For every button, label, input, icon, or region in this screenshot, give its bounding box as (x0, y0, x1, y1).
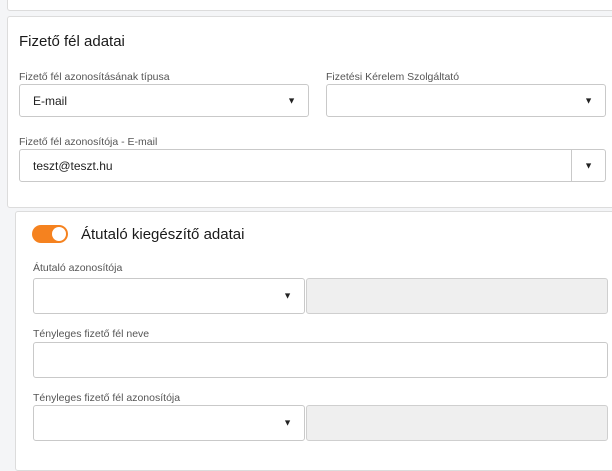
chevron-down-icon: ▼ (283, 290, 292, 301)
transferor-id-label: Átutaló azonosítója (33, 262, 123, 274)
payer-id-type-select[interactable]: E-mail ▼ (19, 84, 309, 117)
transferor-id-input (306, 278, 608, 314)
previous-card (7, 0, 612, 11)
transferor-section-title: Átutaló kiegészítő adatai (81, 226, 245, 243)
transferor-id-type-select[interactable]: ▼ (33, 278, 305, 314)
chevron-down-icon: ▼ (287, 95, 296, 105)
transferor-details-card: Átutaló kiegészítő adatai Átutaló azonos… (15, 211, 612, 471)
actual-payer-name-input[interactable] (33, 342, 608, 378)
actual-payer-name-label: Tényleges fizető fél neve (33, 328, 150, 340)
payer-id-type-value: E-mail (33, 93, 68, 108)
chevron-down-icon[interactable]: ▼ (584, 161, 593, 170)
chevron-down-icon: ▼ (283, 417, 292, 428)
payer-email-value: teszt@teszt.hu (33, 158, 113, 173)
payer-id-type-label: Fizető fél azonosításának típusa (19, 71, 170, 83)
provider-select[interactable]: ▼ (326, 84, 606, 117)
payer-section-title: Fizető fél adatai (19, 33, 125, 50)
payer-id-label: Fizető fél azonosítója - E-mail (19, 136, 158, 148)
payer-email-combobox[interactable]: teszt@teszt.hu ▼ (19, 149, 606, 182)
actual-payer-id-label: Tényleges fizető fél azonosítója (33, 392, 181, 404)
actual-payer-id-type-select[interactable]: ▼ (33, 405, 305, 441)
toggle-knob (52, 227, 66, 241)
dropdown-separator (571, 150, 572, 181)
payer-details-card: Fizető fél adatai Fizető fél azonosításá… (7, 16, 612, 208)
provider-label: Fizetési Kérelem Szolgáltató (326, 71, 460, 83)
transferor-toggle[interactable] (32, 225, 68, 243)
chevron-down-icon: ▼ (584, 95, 593, 105)
actual-payer-id-input (306, 405, 608, 441)
